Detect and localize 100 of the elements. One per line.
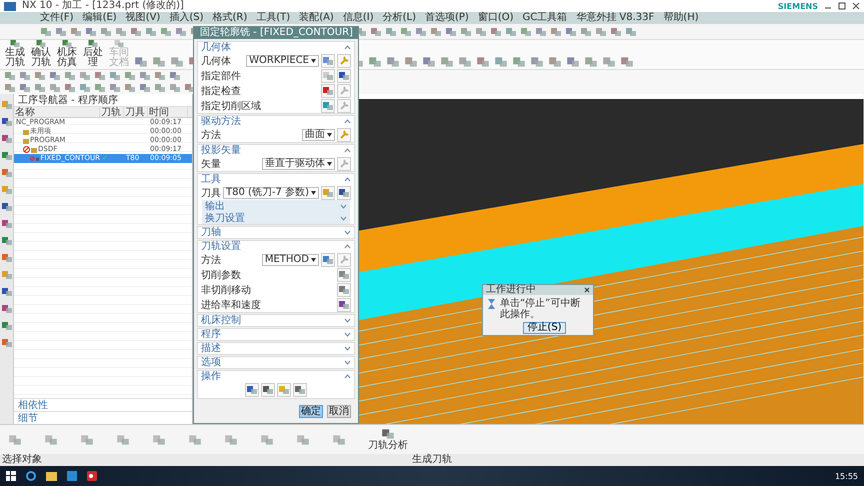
- field-label: 指定检查: [201, 84, 242, 98]
- menu-item[interactable]: 编辑(E): [82, 12, 117, 24]
- ok-button[interactable]: 确定: [299, 405, 323, 418]
- collapse-icon[interactable]: [344, 148, 351, 153]
- menu-item[interactable]: 文件(F): [40, 12, 74, 24]
- field-label: 矢量: [201, 158, 222, 170]
- ribbon-button[interactable]: 后处理: [82, 39, 104, 68]
- subsection-header[interactable]: 换刀设置: [202, 212, 350, 224]
- menu-item[interactable]: 工具(T): [256, 12, 290, 24]
- section-header[interactable]: 操作: [198, 371, 354, 382]
- navigator-tab-icon[interactable]: [0, 151, 12, 161]
- dropdown[interactable]: 垂直于驱动体: [262, 158, 335, 170]
- start-icon[interactable]: [6, 471, 16, 481]
- navigator-tab-icon[interactable]: [0, 338, 12, 348]
- field-label: 方法: [201, 128, 222, 142]
- navigator-tab-icon[interactable]: [0, 117, 12, 127]
- column-header[interactable]: 名称: [14, 107, 100, 117]
- dropdown[interactable]: 曲面: [302, 128, 335, 140]
- caret-icon: [327, 162, 332, 166]
- section-header[interactable]: 投影矢量: [198, 145, 354, 156]
- menu-item[interactable]: 华意外挂 V8.33F: [576, 12, 654, 24]
- dropdown[interactable]: METHOD: [262, 254, 319, 266]
- maximize-icon[interactable]: [838, 2, 846, 10]
- section-header[interactable]: 机床控制: [198, 315, 354, 326]
- section-header[interactable]: 驱动方法: [198, 116, 354, 127]
- collapse-icon[interactable]: [344, 45, 351, 50]
- column-header[interactable]: 刀轨: [100, 107, 124, 117]
- field-label: 切削参数: [201, 268, 242, 282]
- caret-icon: [311, 190, 316, 194]
- close-icon[interactable]: [852, 2, 860, 10]
- progress-message: 单击“停止”可中断此操作。: [500, 298, 582, 320]
- navigator-tab-icon[interactable]: [0, 134, 12, 144]
- section-header[interactable]: 工具: [198, 174, 354, 185]
- clock: 15:55: [834, 472, 858, 480]
- dialog-title: 固定轮廓铣 - [FIXED_CONTOUR]: [200, 27, 353, 39]
- menu-item[interactable]: 信息(I): [342, 12, 374, 24]
- menu-item[interactable]: 分析(L): [382, 12, 416, 24]
- menu-item[interactable]: 格式(R): [212, 12, 248, 24]
- browser-icon[interactable]: [26, 471, 36, 481]
- stop-button[interactable]: 停止(S): [523, 322, 566, 334]
- caret-icon: [327, 132, 332, 136]
- menu-item[interactable]: 插入(S): [169, 12, 204, 24]
- expand-icon[interactable]: [344, 230, 351, 235]
- column-header[interactable]: 刀具: [124, 107, 148, 117]
- collapse-icon[interactable]: [344, 177, 351, 182]
- menu-item[interactable]: 首选项(P): [424, 12, 469, 24]
- expand-icon[interactable]: [344, 360, 351, 365]
- field-label: 进给率和速度: [201, 298, 262, 312]
- navigator-tab-icon[interactable]: [0, 287, 12, 297]
- navigator-tab-icon[interactable]: [0, 321, 12, 331]
- hourglass-icon: [487, 298, 496, 310]
- section-header[interactable]: 刀轴: [198, 227, 354, 238]
- caret-icon: [311, 258, 316, 262]
- ribbon-button[interactable]: 机床仿真: [56, 39, 78, 68]
- field-label: 非切削移动: [201, 284, 252, 296]
- menu-item[interactable]: 装配(A): [299, 12, 334, 24]
- section-header[interactable]: 程序: [198, 329, 354, 340]
- navigator-tab-icon[interactable]: [0, 168, 12, 178]
- brand-logo: SIEMENS: [778, 2, 818, 10]
- ribbon-button[interactable]: 确认刀轨: [30, 39, 52, 68]
- ribbon-button[interactable]: 刀轨分析: [368, 428, 408, 451]
- field-label: 几何体: [201, 54, 232, 68]
- expand-icon[interactable]: [344, 346, 351, 351]
- status-message: 生成刀轨: [412, 454, 452, 466]
- section-header[interactable]: 描述: [198, 343, 354, 354]
- expand-icon[interactable]: [344, 318, 351, 323]
- dialog-title: 工作进行中: [486, 285, 536, 295]
- subsection-header[interactable]: 输出: [202, 200, 350, 212]
- section-header[interactable]: 几何体: [198, 42, 354, 53]
- navigator-tab-icon[interactable]: [0, 202, 12, 212]
- dropdown[interactable]: WORKPIECE: [246, 54, 319, 66]
- window-title: NX 10 - 加工 - [1234.prt (修改的)]: [22, 0, 184, 12]
- panel-tab[interactable]: 相依性: [14, 398, 192, 411]
- caret-icon: [311, 58, 316, 62]
- navigator-tab-icon[interactable]: [0, 219, 12, 229]
- error-icon: [23, 146, 30, 153]
- menu-item[interactable]: 窗口(O): [478, 12, 514, 24]
- recorder-icon[interactable]: [87, 471, 97, 481]
- menu-item[interactable]: 视图(V): [126, 12, 160, 24]
- collapse-icon[interactable]: [344, 244, 351, 249]
- field-label: 方法: [201, 254, 222, 266]
- collapse-icon[interactable]: [344, 374, 351, 379]
- section-header[interactable]: 刀轨设置: [198, 241, 354, 252]
- status-message: 选择对象: [2, 454, 43, 466]
- ribbon-button[interactable]: 生成刀轨: [4, 39, 26, 68]
- collapse-icon[interactable]: [344, 119, 351, 124]
- dropdown[interactable]: T80 (铣刀-7 参数): [223, 186, 319, 198]
- field-label: 指定切削区域: [201, 100, 262, 112]
- cancel-button[interactable]: 取消: [327, 405, 351, 418]
- navigator-tab-icon[interactable]: [0, 236, 12, 246]
- app-logo-icon: [4, 2, 16, 10]
- close-icon[interactable]: [584, 287, 590, 293]
- navigator-tab-icon[interactable]: [0, 253, 12, 263]
- menu-item[interactable]: 帮助(H): [663, 12, 699, 24]
- error-icon: [30, 155, 35, 162]
- expand-icon[interactable]: [344, 332, 351, 337]
- menu-item[interactable]: GC工具箱: [522, 12, 568, 24]
- section-header[interactable]: 选项: [198, 357, 354, 368]
- column-header[interactable]: 时间: [148, 107, 188, 117]
- navigator-tab-icon[interactable]: [0, 304, 12, 314]
